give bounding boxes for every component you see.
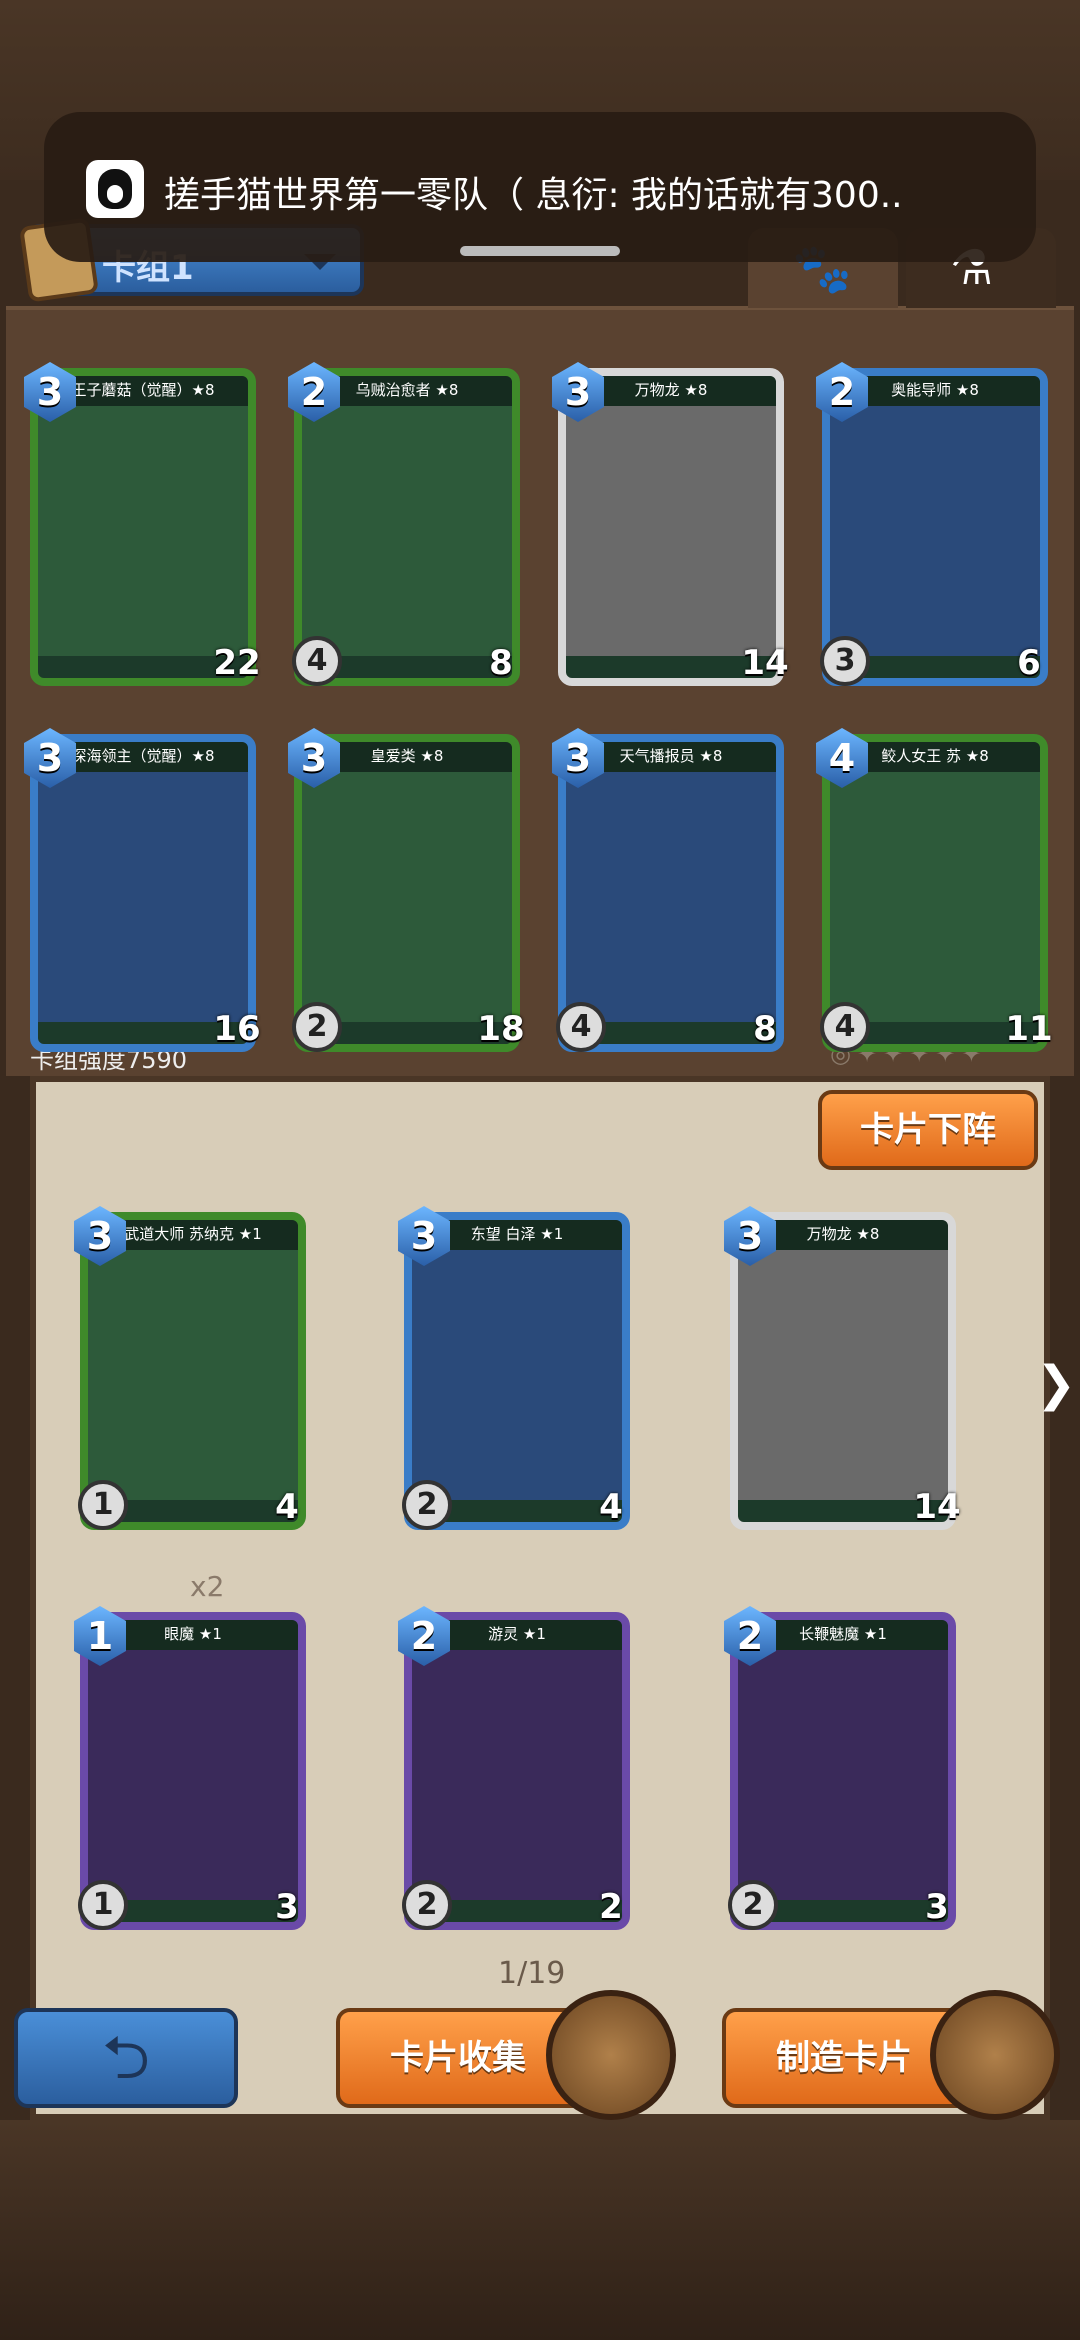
card-health: 16 (210, 1004, 264, 1054)
card-collection-icon (546, 1990, 676, 2120)
card-art (88, 1650, 298, 1900)
card-art (566, 406, 776, 656)
card-health: 6 (1002, 638, 1056, 688)
card-art (830, 772, 1040, 1022)
card-art (302, 406, 512, 656)
card-collection-label: 卡片收集 (390, 2038, 526, 2078)
card-attack: 4 (820, 1002, 870, 1052)
qq-app-icon (86, 160, 144, 218)
card-attack: 4 (292, 636, 342, 686)
card-attack: 3 (820, 636, 870, 686)
notification-handle (460, 246, 620, 256)
card-art (738, 1250, 948, 1500)
card-attack: 2 (292, 1002, 342, 1052)
craft-card-label: 制造卡片 (776, 2038, 912, 2078)
card-health: 8 (738, 1004, 792, 1054)
card-art (738, 1650, 948, 1900)
card-art (88, 1250, 298, 1500)
card-attack: 4 (556, 1002, 606, 1052)
card-health: 8 (474, 638, 528, 688)
card-art (38, 406, 248, 656)
card-health: 3 (260, 1882, 314, 1932)
card-health: 4 (260, 1482, 314, 1532)
page-indicator: 1/19 (498, 1956, 566, 1991)
card-attack: 2 (728, 1880, 778, 1930)
card-health: 11 (1002, 1004, 1056, 1054)
card-art (38, 772, 248, 1022)
card-health: 4 (584, 1482, 638, 1532)
paw-jar-icon (930, 1990, 1060, 2120)
back-arrow-icon: ⮌ (101, 2023, 151, 2093)
card-art (412, 1650, 622, 1900)
card-multiplier: x2 (190, 1570, 225, 1603)
card-art (412, 1250, 622, 1500)
card-health: 22 (210, 638, 264, 688)
card-health: 14 (910, 1482, 964, 1532)
card-art (302, 772, 512, 1022)
bottom-background (0, 2120, 1080, 2340)
next-page-arrow-icon[interactable]: ❯ (1036, 1356, 1076, 1412)
deploy-card-button[interactable]: 卡片下阵 (818, 1090, 1038, 1170)
card-attack: 2 (402, 1880, 452, 1930)
card-attack: 1 (78, 1880, 128, 1930)
back-button[interactable]: ⮌ (14, 2008, 238, 2108)
card-attack: 1 (78, 1480, 128, 1530)
card-health: 14 (738, 638, 792, 688)
card-health: 3 (910, 1882, 964, 1932)
card-health: 18 (474, 1004, 528, 1054)
card-attack: 2 (402, 1480, 452, 1530)
notification-text: 搓手猫世界第一零队（ 息衍: 我的话就有300.. (164, 175, 903, 216)
card-art (830, 406, 1040, 656)
card-health: 2 (584, 1882, 638, 1932)
card-art (566, 772, 776, 1022)
